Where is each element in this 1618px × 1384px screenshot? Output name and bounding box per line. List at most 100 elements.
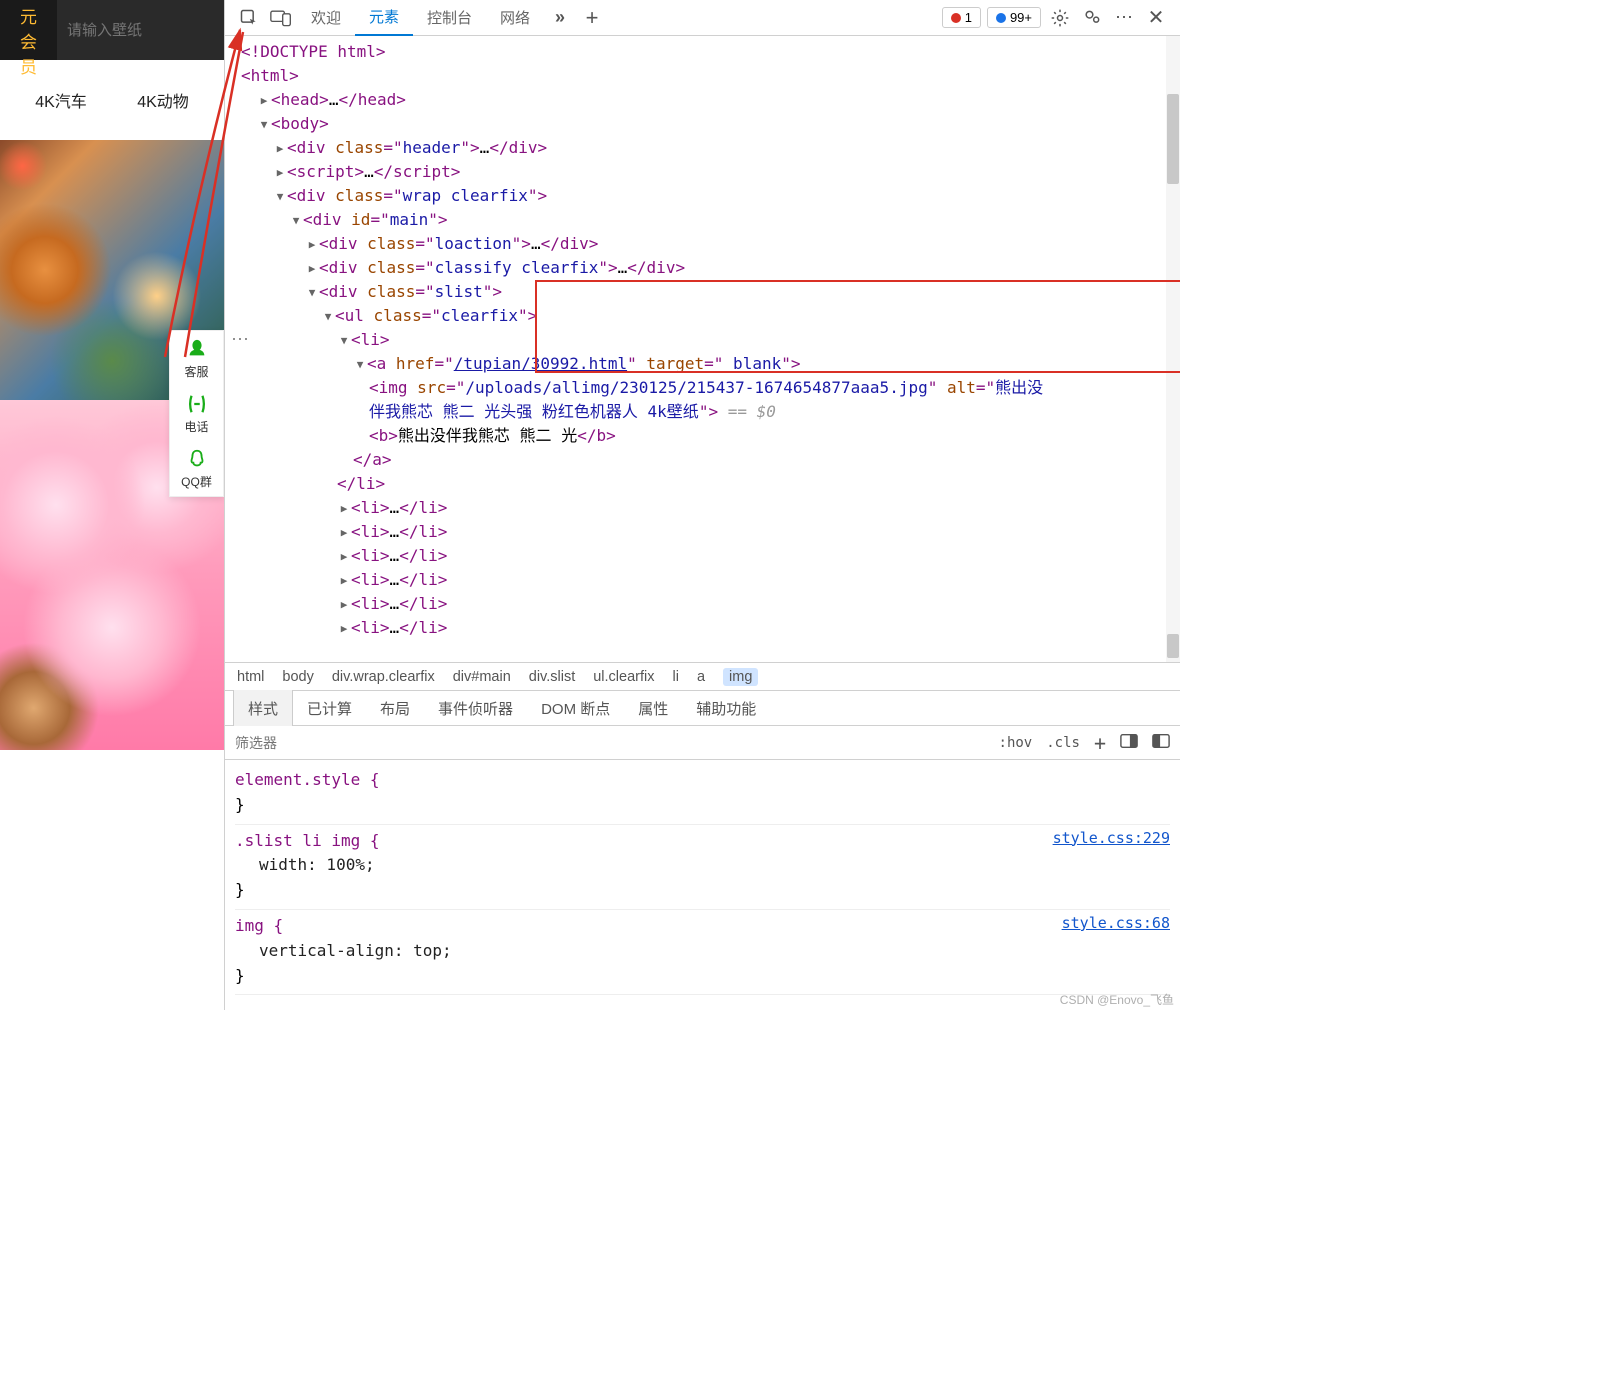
more-icon[interactable]: ⋯ [1108,3,1140,33]
dom-node[interactable]: <a href="/tupian/30992.html" target="_bl… [233,352,1180,376]
expand-arrow-icon[interactable] [337,525,351,542]
sidebar-toggle-icon[interactable] [1152,733,1170,753]
crumb-item[interactable]: div#main [453,669,511,685]
tab-accessibility[interactable]: 辅助功能 [682,690,770,726]
css-rule[interactable]: element.style { } [235,766,1170,825]
expand-arrow-icon[interactable] [305,261,319,278]
dom-node[interactable]: <b>熊出没伴我熊芯 熊二 光</b> [233,424,1180,448]
collapse-arrow-icon[interactable] [305,285,319,302]
dom-node[interactable]: <li>…</li> [233,592,1180,616]
css-selector[interactable]: .slist li img { [235,829,1170,854]
dom-node[interactable]: <div class="loaction">…</div> [233,232,1180,256]
tab-computed[interactable]: 已计算 [293,690,366,726]
tab-layout[interactable]: 布局 [366,690,424,726]
dom-node[interactable]: <ul class="clearfix"> [233,304,1180,328]
dom-node[interactable]: <li>…</li> [233,616,1180,640]
expand-arrow-icon[interactable] [305,237,319,254]
dom-node[interactable]: <div class="header">…</div> [233,136,1180,160]
crumb-item-selected[interactable]: img [723,668,758,686]
dom-node[interactable]: <li>…</li> [233,544,1180,568]
more-tabs-icon[interactable]: » [544,3,576,33]
css-rule[interactable]: style.css:229 .slist li img { width: 100… [235,827,1170,910]
dom-node[interactable]: <html> [233,64,1180,88]
expand-arrow-icon[interactable] [273,141,287,158]
close-icon[interactable]: ✕ [1140,3,1172,33]
category-4k-car[interactable]: 4K汽车 [35,88,87,112]
css-selector[interactable]: img { [235,914,1170,939]
crumb-item[interactable]: ul.clearfix [593,669,654,685]
hov-toggle[interactable]: :hov [999,735,1033,751]
dom-node[interactable]: </li> [233,472,1180,496]
error-badge[interactable]: 1 [942,7,981,28]
dom-node[interactable]: <!DOCTYPE html> [233,40,1180,64]
expand-arrow-icon[interactable] [337,501,351,518]
collapse-arrow-icon[interactable] [273,189,287,206]
new-rule-icon[interactable]: + [1094,731,1106,755]
expand-arrow-icon[interactable] [337,597,351,614]
dom-node[interactable]: <script>…</script> [233,160,1180,184]
inspect-element-icon[interactable] [233,3,265,33]
css-rule[interactable]: style.css:68 img { vertical-align: top; … [235,912,1170,995]
contact-kefu[interactable]: 客服 [170,331,223,386]
dom-node[interactable]: </a> [233,448,1180,472]
expand-arrow-icon[interactable] [257,93,271,110]
search-input[interactable] [57,0,224,60]
dom-node-selected[interactable]: 伴我熊芯 熊二 光头强 粉红色机器人 4k壁纸"> == $0 [233,400,1180,424]
scrollbar-thumb[interactable] [1167,94,1179,184]
contact-qq[interactable]: QQ群 [170,441,223,496]
css-source-link[interactable]: style.css:68 [1062,912,1170,935]
expand-arrow-icon[interactable] [273,165,287,182]
dom-node[interactable]: <div class="wrap clearfix"> [233,184,1180,208]
dom-tree[interactable]: ⋯ <!DOCTYPE html> <html> <head>…</head> … [225,36,1180,662]
dom-node[interactable]: <div id="main"> [233,208,1180,232]
crumb-item[interactable]: a [697,669,705,685]
dom-node[interactable]: <head>…</head> [233,88,1180,112]
dom-node[interactable]: <div class="slist"> [233,280,1180,304]
crumb-item[interactable]: html [237,669,264,685]
crumb-item[interactable]: li [672,669,678,685]
expand-arrow-icon[interactable] [337,621,351,638]
tab-dom-breakpoints[interactable]: DOM 断点 [527,690,624,726]
dom-node[interactable]: <li>…</li> [233,568,1180,592]
dom-node[interactable]: <li>…</li> [233,496,1180,520]
tab-properties[interactable]: 属性 [624,690,682,726]
collapse-arrow-icon[interactable] [289,213,303,230]
cls-toggle[interactable]: .cls [1046,735,1080,751]
message-badge[interactable]: 99+ [987,7,1041,28]
collapse-arrow-icon[interactable] [337,333,351,350]
css-declaration[interactable]: width: 100%; [235,853,1170,878]
dom-node[interactable]: <li>…</li> [233,520,1180,544]
tab-event-listeners[interactable]: 事件侦听器 [424,690,527,726]
tab-network[interactable]: 网络 [486,0,544,36]
add-tab-icon[interactable]: + [576,3,608,33]
dom-scrollbar[interactable] [1166,36,1180,662]
tab-elements[interactable]: 元素 [355,0,413,36]
contact-phone[interactable]: 电话 [170,386,223,441]
crumb-item[interactable]: div.slist [529,669,575,685]
css-source-link[interactable]: style.css:229 [1053,827,1170,850]
collapse-arrow-icon[interactable] [353,357,367,374]
device-toggle-icon[interactable] [265,3,297,33]
computed-toggle-icon[interactable] [1120,733,1138,753]
dom-node[interactable]: <li> [233,328,1180,352]
tab-styles[interactable]: 样式 [233,690,293,726]
styles-filter-input[interactable] [235,735,999,751]
settings-icon[interactable] [1044,3,1076,33]
expand-arrow-icon[interactable] [337,573,351,590]
collapse-arrow-icon[interactable] [321,309,335,326]
dom-node[interactable]: <body> [233,112,1180,136]
feedback-icon[interactable] [1076,3,1108,33]
css-selector[interactable]: element.style { [235,768,1170,793]
tab-welcome[interactable]: 欢迎 [297,0,355,36]
category-4k-animal[interactable]: 4K动物 [137,88,189,112]
dom-node-selected[interactable]: <img src="/uploads/allimg/230125/215437-… [233,376,1180,400]
crumb-item[interactable]: body [282,669,313,685]
styles-rules[interactable]: element.style { } style.css:229 .slist l… [225,760,1180,1010]
crumb-item[interactable]: div.wrap.clearfix [332,669,435,685]
expand-arrow-icon[interactable] [337,549,351,566]
scrollbar-thumb[interactable] [1167,634,1179,658]
tab-console[interactable]: 控制台 [413,0,486,36]
vip-button[interactable]: 1元会员 [0,0,57,78]
dom-node[interactable]: <div class="classify clearfix">…</div> [233,256,1180,280]
css-declaration[interactable]: vertical-align: top; [235,939,1170,964]
